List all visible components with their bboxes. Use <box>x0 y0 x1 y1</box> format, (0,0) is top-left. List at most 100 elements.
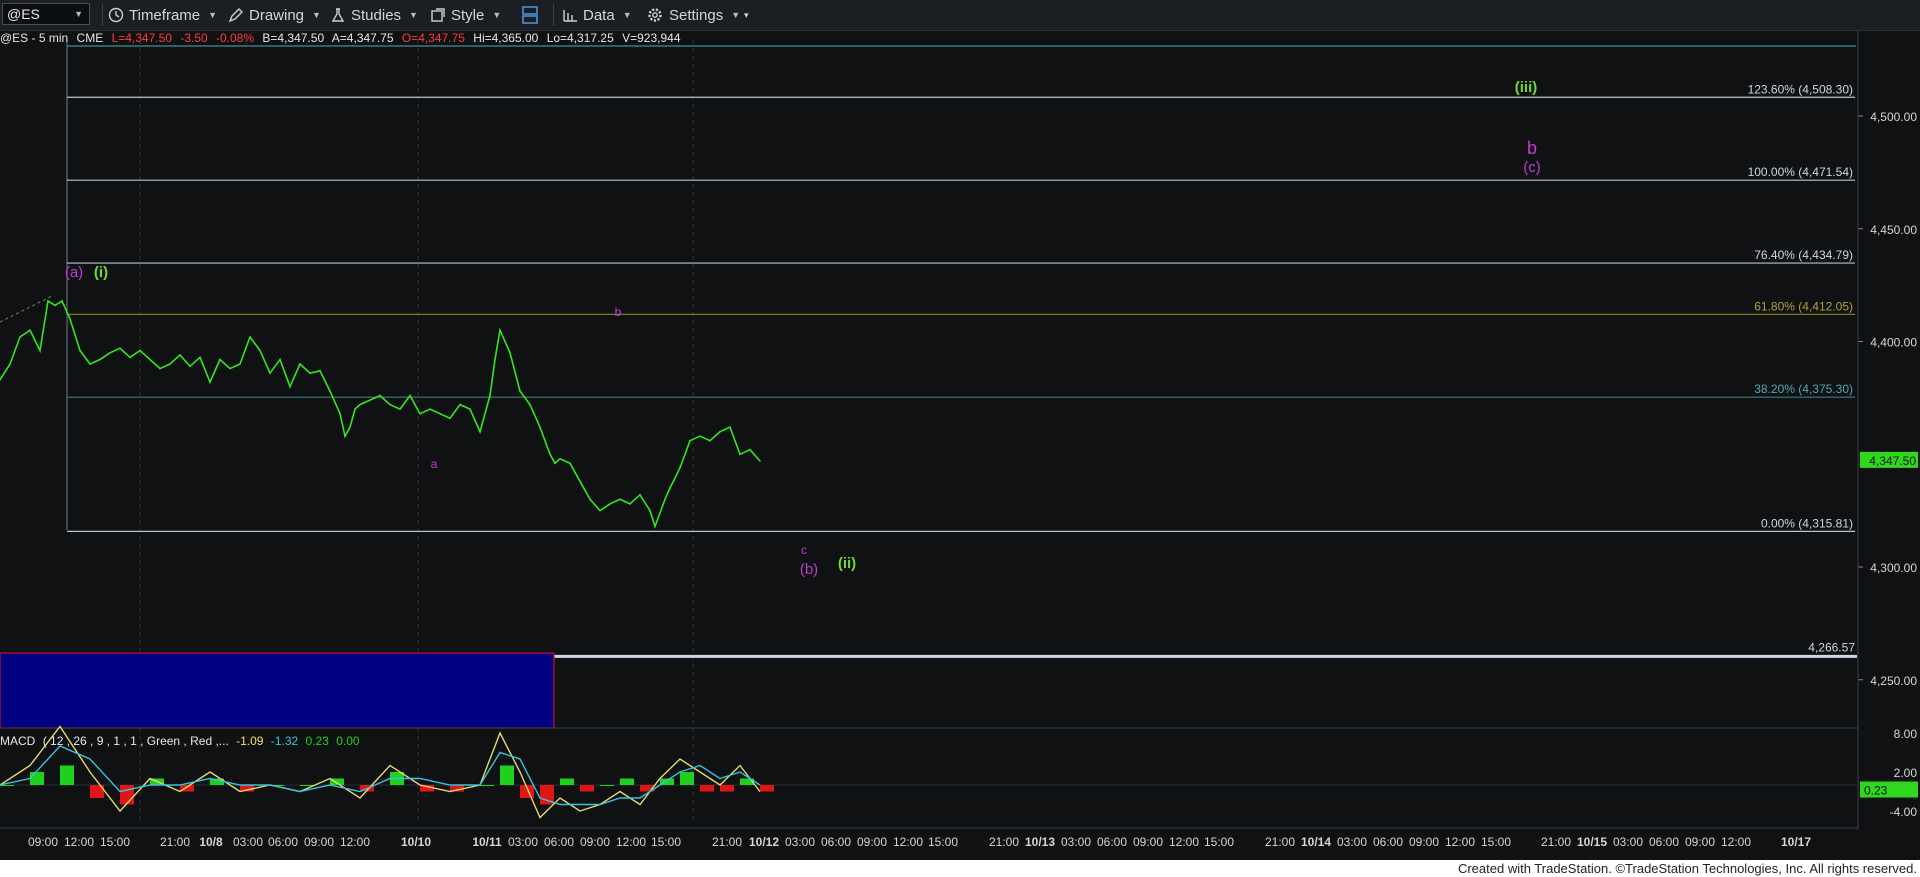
price-point <box>719 430 721 433</box>
x-axis-label: 09:00 <box>28 835 58 849</box>
price-point <box>649 509 651 512</box>
x-axis-label: 09:00 <box>1685 835 1715 849</box>
x-axis-label: 03:00 <box>785 835 815 849</box>
x-axis-label: 21:00 <box>160 835 190 849</box>
macd-histogram-bar <box>500 765 514 785</box>
x-axis-label: 12:00 <box>893 835 923 849</box>
price-point <box>289 385 291 388</box>
x-axis-label: 09:00 <box>1409 835 1439 849</box>
x-axis-label: 15:00 <box>928 835 958 849</box>
price-point <box>309 372 311 374</box>
macd-last-label: 0.23 <box>1864 784 1888 798</box>
price-point <box>159 367 161 370</box>
blue-box <box>0 652 555 729</box>
macd-title: MACD <box>0 734 36 748</box>
style-button[interactable]: Style ▼ <box>430 0 501 30</box>
wave-label: b <box>615 305 622 319</box>
price-point <box>539 426 541 429</box>
style-label: Style <box>451 6 485 24</box>
y-axis-label: 4,450.00 <box>1870 223 1917 237</box>
price-point <box>179 354 181 356</box>
price-point <box>149 358 151 361</box>
wave-label: c <box>801 543 807 557</box>
price-point <box>399 408 401 410</box>
wave-label: (ii) <box>838 555 856 572</box>
price-point <box>739 453 741 456</box>
low-price: Lo=4,317.25 <box>546 31 614 45</box>
price-point <box>299 363 301 365</box>
macd-histogram-bar <box>720 785 734 792</box>
symbol-selector[interactable]: @ES ▼ <box>2 3 90 25</box>
x-axis-label: 06:00 <box>544 835 574 849</box>
studies-button[interactable]: Studies ▼ <box>330 0 418 30</box>
macd-histogram-bar <box>760 785 774 792</box>
copyright-text: Created with TradeStation. ©TradeStation… <box>1457 861 1917 876</box>
wave-label: (b) <box>800 561 818 578</box>
x-axis-label: 21:00 <box>1541 835 1571 849</box>
price-point <box>589 498 591 501</box>
chevron-down-icon: ▼ <box>731 10 741 20</box>
fib-level-label: 38.20% (4,375.30) <box>1754 382 1853 396</box>
layout-button[interactable] <box>520 0 545 30</box>
fib-level-label: 123.60% (4,508.30) <box>1748 82 1853 96</box>
price-point <box>749 448 751 451</box>
macd-header: MACD ( 12 , 26 , 9 , 1 , 1 , Green , Red… <box>0 734 364 748</box>
price-point <box>579 480 581 483</box>
drawing-button[interactable]: Drawing ▼ <box>228 0 321 30</box>
overflow-menu-icon[interactable]: ▾ <box>744 0 749 30</box>
price-chart[interactable]: 4,500.00 4,450.00 4,400.00 4,300.00 4,250.00… <box>0 0 1920 860</box>
price-point <box>249 336 251 338</box>
clock-icon <box>108 7 124 23</box>
price-point <box>119 347 121 350</box>
price-point <box>699 435 701 438</box>
footer: Created with TradeStation. ©TradeStation… <box>0 860 1920 877</box>
settings-button[interactable]: Settings ▼ <box>646 0 740 30</box>
bar-chart-icon <box>562 7 578 23</box>
chevron-down-icon: ▼ <box>74 9 83 19</box>
price-point <box>409 394 411 397</box>
x-axis-label: 06:00 <box>821 835 851 849</box>
price-point <box>659 512 661 514</box>
macd-histogram-bar <box>600 785 614 786</box>
timeframe-button[interactable]: Timeframe ▼ <box>108 0 217 30</box>
price-point <box>29 329 31 332</box>
studies-label: Studies <box>351 6 402 24</box>
toolbar-divider <box>553 4 554 26</box>
wave-label: (a) <box>65 264 83 281</box>
y-axis-label: 4,500.00 <box>1870 110 1917 124</box>
data-button[interactable]: Data ▼ <box>562 0 632 30</box>
volume: V=923,944 <box>622 31 681 45</box>
macd-histogram-bar <box>480 785 494 786</box>
price-point <box>329 390 331 392</box>
price-point <box>109 352 111 354</box>
wave-label: b <box>1527 138 1537 158</box>
price-point <box>479 430 481 433</box>
price-point <box>639 494 641 496</box>
x-axis-label: 09:00 <box>580 835 610 849</box>
price-point <box>489 394 491 397</box>
drawing-label: Drawing <box>249 6 305 24</box>
x-axis-label: 09:00 <box>304 835 334 849</box>
x-axis-label: 15:00 <box>1204 835 1234 849</box>
macd-histogram-bar <box>580 785 594 792</box>
zero-value: 0.00 <box>336 734 360 748</box>
price-info-bar: @ES - 5 min CME L=4,347.50 -3.50 -0.08% … <box>0 31 686 45</box>
settings-label: Settings <box>669 6 724 24</box>
price-point <box>54 304 56 307</box>
x-axis-label: 15:00 <box>100 835 130 849</box>
price-point <box>529 403 531 406</box>
price-point <box>189 365 191 368</box>
price-point <box>609 503 611 505</box>
price-point <box>509 352 511 354</box>
price-point <box>354 408 356 410</box>
price-point <box>449 417 451 420</box>
macd-histogram-bar <box>30 772 44 785</box>
price-point <box>359 403 361 406</box>
price-point <box>439 412 441 415</box>
macd-params: ( 12 , 26 , 9 , 1 , 1 , Green , Red ,... <box>42 734 229 748</box>
x-axis-label: 15:00 <box>651 835 681 849</box>
x-axis-label: 15:00 <box>1481 835 1511 849</box>
price-point <box>319 370 321 372</box>
price-point <box>549 453 551 456</box>
flask-icon <box>330 7 346 23</box>
